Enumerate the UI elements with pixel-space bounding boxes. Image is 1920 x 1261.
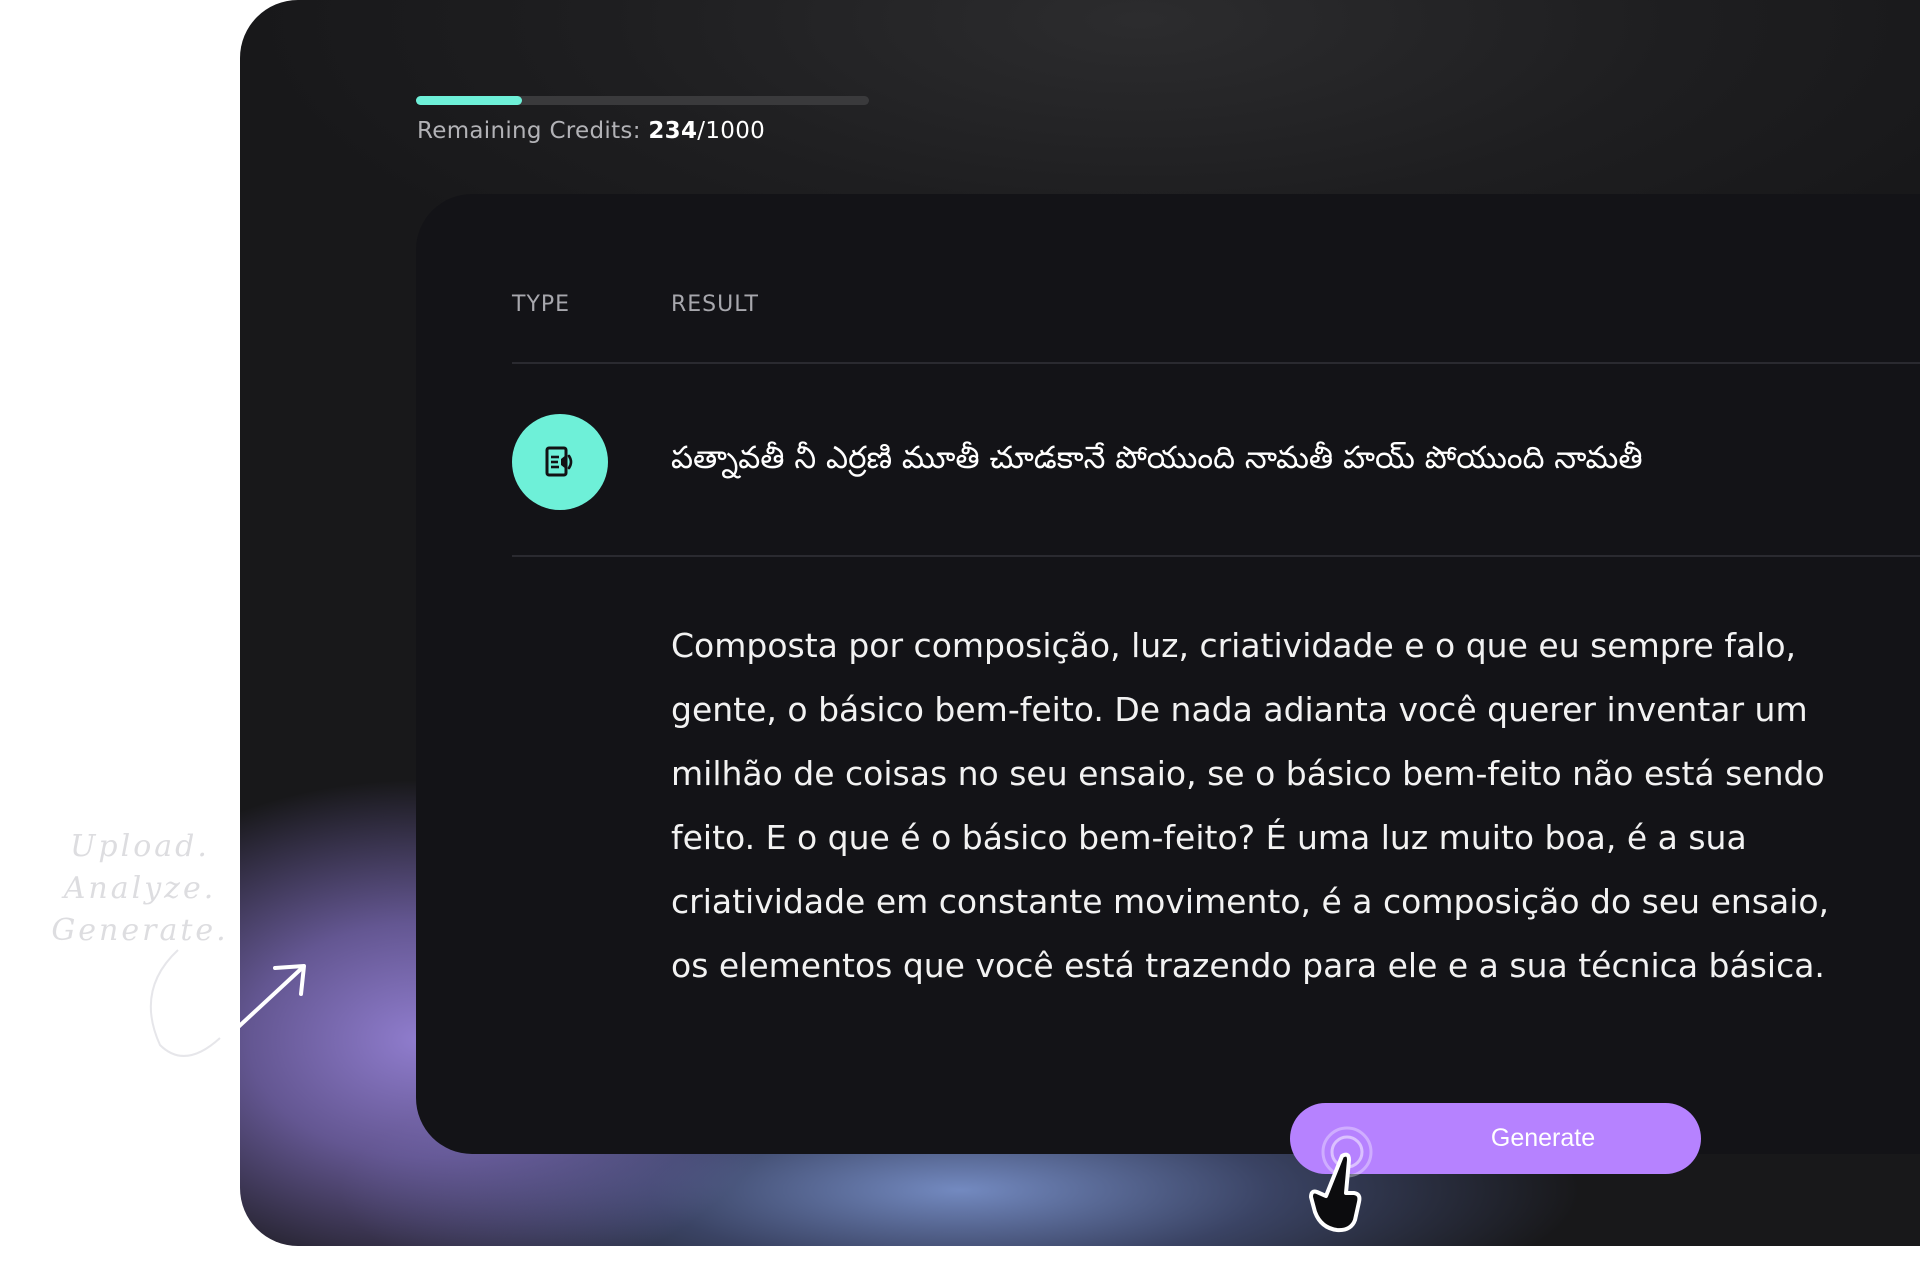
app-frame: Remaining Credits: 234/1000 TYPE RESULT … (240, 0, 1920, 1246)
hand-pointer-icon (1309, 1126, 1373, 1233)
result-card: TYPE RESULT పత్నావతీ నీ ఎర్రణి మూతీ చూడక… (416, 194, 1920, 1154)
result-title: పత్నావతీ నీ ఎర్రణి మూతీ చూడకానే పోయుంది … (671, 440, 1643, 476)
arrow-doodle-icon (149, 949, 306, 1057)
credits-label: Remaining Credits: (417, 118, 649, 144)
credits-total-value: 1000 (705, 118, 766, 144)
audio-transcript-icon-glyph (545, 446, 573, 477)
tagline-line-1: Upload. Analyze. (63, 829, 217, 906)
column-header-type: TYPE (512, 292, 571, 317)
column-header-result: RESULT (671, 292, 759, 317)
credits-progress-fill (416, 96, 522, 105)
result-body: Composta por composição, luz, criativida… (671, 626, 1830, 985)
row-divider (512, 555, 1920, 557)
credits-status: Remaining Credits: 234/1000 (417, 118, 765, 144)
credits-used-value: 234 (648, 118, 698, 144)
credits-progress-bar (416, 96, 869, 105)
audio-transcript-icon (512, 414, 608, 510)
header-divider (512, 362, 1920, 364)
